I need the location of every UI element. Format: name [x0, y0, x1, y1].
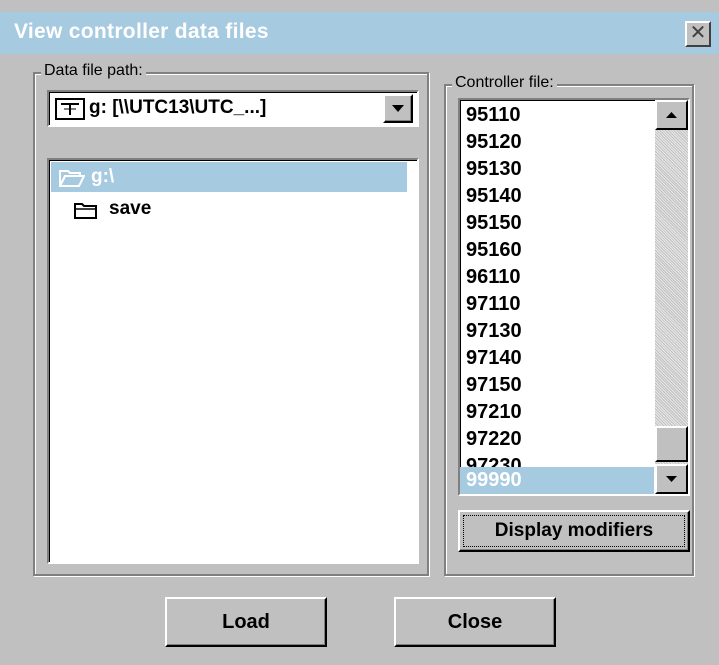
- list-item[interactable]: 97220: [460, 426, 654, 453]
- data-file-path-group: Data file path: g: [\\UTC13\UTC_...] g:\: [33, 62, 429, 576]
- tree-item-label: save: [109, 198, 152, 219]
- close-window-button[interactable]: ✕: [685, 21, 711, 47]
- scroll-thumb[interactable]: [655, 426, 688, 462]
- list-item[interactable]: 95150: [460, 210, 654, 237]
- directory-tree[interactable]: g:\ save: [47, 158, 419, 564]
- drive-value: g: [\\UTC13\UTC_...]: [89, 97, 267, 118]
- tree-item-root[interactable]: g:\: [51, 162, 407, 192]
- folder-icon: [74, 203, 97, 219]
- list-item[interactable]: 97210: [460, 399, 654, 426]
- controller-file-label: Controller file:: [452, 74, 557, 92]
- close-label: Close: [447, 611, 503, 633]
- list-item[interactable]: 95140: [460, 183, 654, 210]
- list-item[interactable]: 97130: [460, 318, 654, 345]
- tree-item-save[interactable]: save: [51, 194, 407, 224]
- scroll-down-button[interactable]: [655, 464, 688, 494]
- list-item[interactable]: 96110: [460, 264, 654, 291]
- list-item[interactable]: 95110: [460, 102, 654, 129]
- network-drive-icon: [55, 98, 85, 120]
- data-file-path-label: Data file path:: [41, 62, 146, 80]
- chevron-down-icon: [392, 105, 404, 112]
- display-modifiers-button[interactable]: Display modifiers: [458, 510, 690, 552]
- scroll-up-button[interactable]: [655, 100, 688, 130]
- controller-file-list[interactable]: 95110 95120 95130 95140 95150 95160 9611…: [458, 98, 690, 496]
- list-item[interactable]: 95130: [460, 156, 654, 183]
- display-modifiers-label: Display modifiers: [494, 520, 654, 541]
- drive-select[interactable]: g: [\\UTC13\UTC_...]: [47, 90, 419, 127]
- arrow-down-icon: [666, 476, 677, 482]
- open-folder-icon: [59, 170, 85, 187]
- controller-file-group: Controller file: 95110 95120 95130 95140…: [444, 74, 694, 576]
- load-button[interactable]: Load: [165, 597, 327, 647]
- vertical-scrollbar[interactable]: [655, 100, 688, 494]
- tree-item-label: g:\: [91, 166, 115, 187]
- load-label: Load: [222, 611, 270, 633]
- close-button[interactable]: Close: [394, 597, 556, 647]
- list-item[interactable]: 97150: [460, 372, 654, 399]
- arrow-up-icon: [666, 112, 677, 118]
- list-item-selected[interactable]: 99990: [460, 467, 654, 494]
- window-title: View controller data files: [14, 20, 269, 43]
- list-item[interactable]: 95120: [460, 129, 654, 156]
- drive-dropdown-button[interactable]: [383, 94, 413, 123]
- list-item[interactable]: 97140: [460, 345, 654, 372]
- list-item[interactable]: 95160: [460, 237, 654, 264]
- list-item[interactable]: 97110: [460, 291, 654, 318]
- file-list-items: 95110 95120 95130 95140 95150 95160 9611…: [460, 100, 654, 494]
- close-icon: ✕: [689, 22, 707, 44]
- title-bar: View controller data files ✕: [0, 12, 719, 54]
